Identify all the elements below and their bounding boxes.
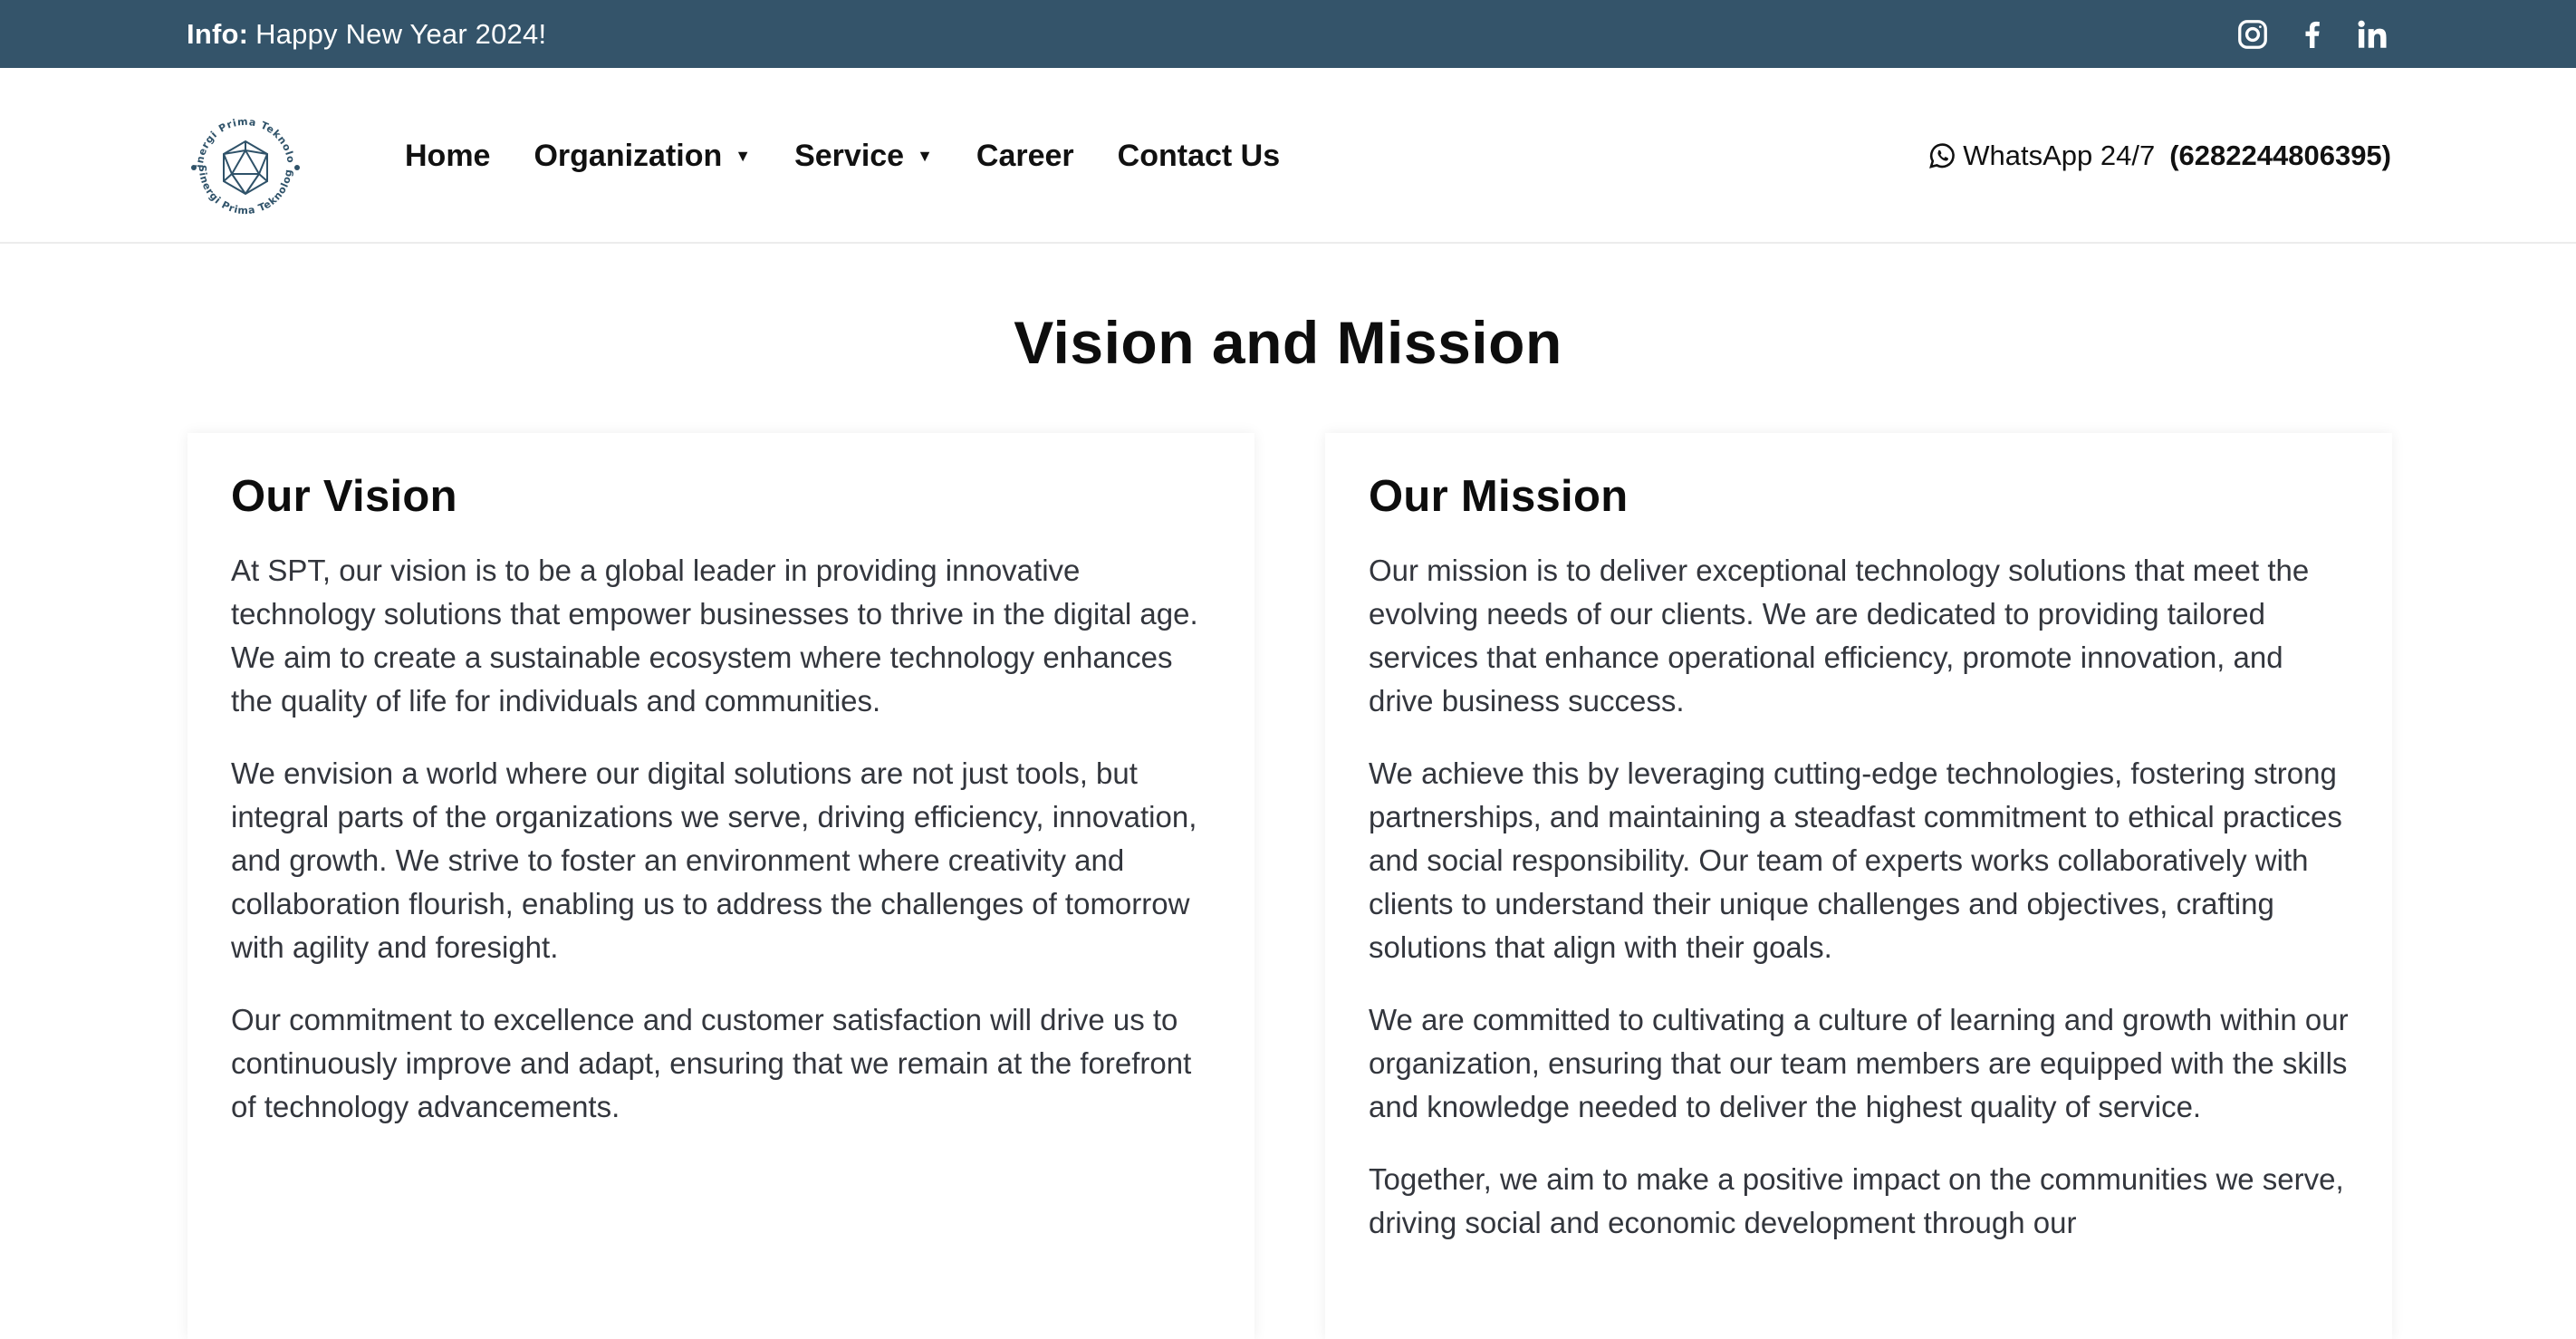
info-text: Happy New Year 2024! — [255, 17, 547, 50]
instagram-icon[interactable] — [2235, 16, 2271, 53]
caret-down-icon: ▼ — [735, 146, 752, 165]
vision-heading: Our Vision — [231, 472, 457, 521]
nav-contact-us-label: Contact Us — [1117, 138, 1281, 173]
mission-paragraph: Together, we aim to make a positive impa… — [1369, 1162, 2344, 1239]
top-info-bar: Info: Happy New Year 2024! — [0, 0, 2576, 68]
mission-card: Our Mission Our mission is to deliver ex… — [1325, 433, 2392, 1339]
info-announcement: Info: Happy New Year 2024! — [187, 0, 546, 68]
site-header: Sinergi Prima Teknologi Sinergi Prima Te… — [0, 68, 2576, 244]
vision-paragraph: At SPT, our vision is to be a global lea… — [231, 554, 1198, 718]
mission-heading: Our Mission — [1369, 472, 1629, 521]
nav-career-label: Career — [976, 138, 1074, 173]
vision-card: Our Vision At SPT, our vision is to be a… — [187, 433, 1254, 1339]
nav-career[interactable]: Career — [976, 139, 1074, 174]
vision-paragraph: Our commitment to excellence and custome… — [231, 1003, 1192, 1123]
whatsapp-icon — [1929, 143, 1956, 169]
social-links — [2235, 0, 2390, 68]
nav-organization-label: Organization — [533, 138, 723, 173]
nav-home-label: Home — [405, 138, 491, 173]
caret-down-icon: ▼ — [917, 146, 933, 165]
info-label: Info: — [187, 17, 249, 50]
main-nav: Home Organization ▼ Service ▼ Career Con… — [405, 68, 1323, 244]
nav-service[interactable]: Service ▼ — [794, 139, 933, 174]
page-title: Vision and Mission — [1014, 309, 1562, 376]
mission-paragraph: Our mission is to deliver exceptional te… — [1369, 554, 2310, 718]
linkedin-icon[interactable] — [2354, 16, 2390, 53]
nav-home[interactable]: Home — [405, 139, 490, 174]
facebook-icon[interactable] — [2294, 16, 2331, 53]
mission-paragraph: We are committed to cultivating a cultur… — [1369, 1003, 2349, 1123]
whatsapp-contact[interactable]: WhatsApp 24/7 (6282244806395) — [1927, 68, 2391, 244]
whatsapp-number: (6282244806395) — [2169, 140, 2391, 171]
whatsapp-label: WhatsApp 24/7 — [1963, 140, 2156, 171]
vision-paragraph: We envision a world where our digital so… — [231, 756, 1197, 964]
nav-contact-us[interactable]: Contact Us — [1118, 139, 1280, 174]
nav-service-label: Service — [794, 138, 905, 173]
mission-paragraph: We achieve this by leveraging cutting-ed… — [1369, 756, 2342, 964]
company-logo[interactable]: Sinergi Prima Teknologi Sinergi Prima Te… — [181, 98, 306, 228]
nav-organization[interactable]: Organization ▼ — [533, 139, 751, 174]
